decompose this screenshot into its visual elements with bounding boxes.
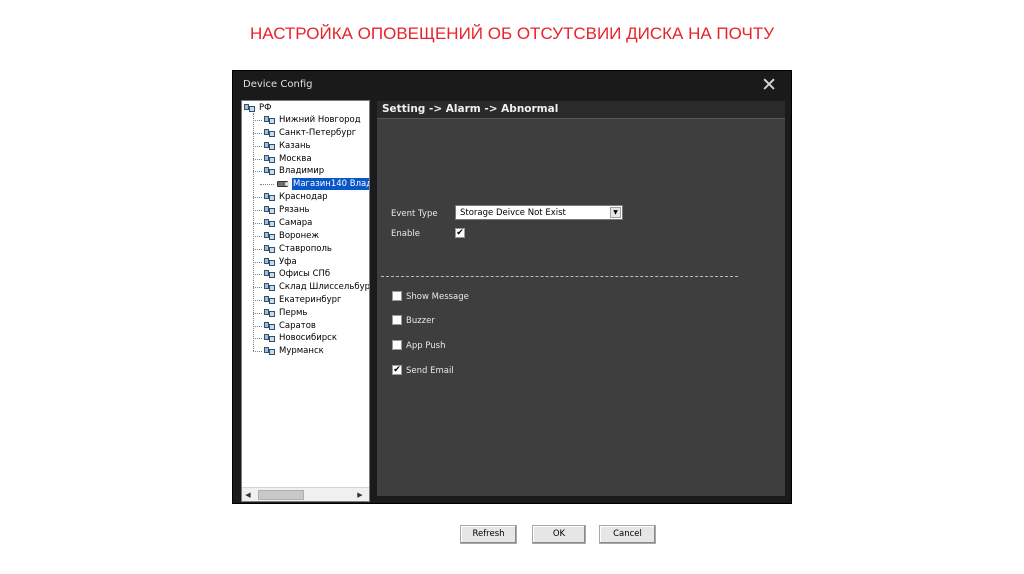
tree-device-item[interactable]: Магазин140 Владимир bbox=[260, 178, 369, 190]
group-icon bbox=[264, 269, 276, 279]
event-type-select[interactable]: Storage Deivce Not Exist ▼ bbox=[455, 205, 623, 220]
group-icon bbox=[264, 205, 276, 215]
tree-item[interactable]: Уфа bbox=[242, 256, 297, 268]
buzzer-checkbox[interactable] bbox=[392, 315, 402, 325]
send-email-label: Send Email bbox=[406, 366, 454, 376]
tree-item-label: Владимир bbox=[279, 166, 325, 176]
group-icon bbox=[264, 141, 276, 151]
scrollbar-thumb[interactable] bbox=[258, 490, 304, 500]
window-titlebar: Device Config ✕ bbox=[233, 71, 791, 99]
device-config-window: Device Config ✕ РФ Нижний Новгород Санкт… bbox=[232, 70, 792, 544]
group-icon bbox=[264, 231, 276, 241]
window-title: Device Config bbox=[243, 79, 313, 90]
tree-item-label: Санкт-Петербург bbox=[279, 128, 357, 138]
send-email-checkbox[interactable]: ✔ bbox=[392, 365, 402, 375]
enable-label: Enable bbox=[391, 229, 420, 239]
tree-item-label: Уфа bbox=[279, 257, 297, 267]
tree-item-label: Воронеж bbox=[279, 231, 320, 241]
tree-item-label: Мурманск bbox=[279, 346, 324, 356]
tree-item-label: Ставрополь bbox=[279, 244, 332, 254]
selected-device-label: Магазин140 Владимир bbox=[292, 178, 369, 190]
device-tree: РФ Нижний Новгород Санкт-Петербург Казан… bbox=[241, 100, 370, 502]
group-icon bbox=[264, 115, 276, 125]
show-message-label: Show Message bbox=[406, 292, 469, 302]
group-icon bbox=[264, 192, 276, 202]
group-icon bbox=[244, 103, 256, 113]
group-icon bbox=[264, 218, 276, 228]
tree-item[interactable]: Саратов bbox=[242, 320, 316, 332]
tree-item[interactable]: Владимир bbox=[242, 165, 324, 177]
tree-item[interactable]: Самара bbox=[242, 217, 312, 229]
tree-horizontal-scrollbar[interactable]: ◀ ▶ bbox=[242, 487, 369, 501]
group-icon bbox=[264, 282, 276, 292]
buzzer-label: Buzzer bbox=[406, 316, 435, 326]
tree-root-label: РФ bbox=[259, 103, 272, 113]
tree-item-label: Самара bbox=[279, 218, 313, 228]
group-icon bbox=[264, 128, 276, 138]
tree-item-label: Рязань bbox=[279, 205, 310, 215]
tree-item[interactable]: Офисы СПб bbox=[242, 268, 330, 280]
tree-item[interactable]: Казань bbox=[242, 140, 311, 152]
tree-item-label: Москва bbox=[279, 154, 312, 164]
group-icon bbox=[264, 333, 276, 343]
tree-item[interactable]: Краснодар bbox=[242, 191, 328, 203]
tree-item-label: Офисы СПб bbox=[279, 269, 331, 279]
tree-item[interactable]: Ставрополь bbox=[242, 243, 332, 255]
breadcrumb-bar: Setting -> Alarm -> Abnormal bbox=[377, 101, 785, 119]
app-push-label: App Push bbox=[406, 341, 446, 351]
tree-item-label: Нижний Новгород bbox=[279, 115, 361, 125]
group-icon bbox=[264, 295, 276, 305]
tree-item-label: Екатеринбург bbox=[279, 295, 342, 305]
tree-item[interactable]: Санкт-Петербург bbox=[242, 127, 356, 139]
tree-root[interactable]: РФ bbox=[244, 102, 271, 114]
group-icon bbox=[264, 166, 276, 176]
tree-item-label: Саратов bbox=[279, 321, 316, 331]
tree-item[interactable]: Рязань bbox=[242, 204, 310, 216]
app-push-checkbox[interactable] bbox=[392, 340, 402, 350]
breadcrumb: Setting -> Alarm -> Abnormal bbox=[382, 103, 559, 115]
ok-button[interactable]: OK bbox=[532, 525, 586, 544]
tree-item[interactable]: Екатеринбург bbox=[242, 294, 342, 306]
group-icon bbox=[264, 257, 276, 267]
event-type-label: Event Type bbox=[391, 209, 438, 219]
tree-item[interactable]: Склад Шлиссельбургск bbox=[242, 281, 370, 293]
scroll-right-icon[interactable]: ▶ bbox=[355, 490, 365, 500]
group-icon bbox=[264, 308, 276, 318]
section-divider bbox=[381, 276, 738, 277]
tree-item-label: Казань bbox=[279, 141, 311, 151]
group-icon bbox=[264, 154, 276, 164]
tree-item[interactable]: Москва bbox=[242, 153, 312, 165]
cancel-button[interactable]: Cancel bbox=[599, 525, 656, 544]
tree-item[interactable]: Новосибирск bbox=[242, 332, 337, 344]
group-icon bbox=[264, 321, 276, 331]
tree-item-label: Пермь bbox=[279, 308, 308, 318]
group-icon bbox=[264, 346, 276, 356]
camera-icon bbox=[276, 180, 290, 188]
tree-item[interactable]: Мурманск bbox=[242, 345, 324, 357]
enable-checkbox[interactable]: ✔ bbox=[455, 228, 465, 238]
tree-item[interactable]: Воронеж bbox=[242, 230, 319, 242]
slide-title: НАСТРОЙКА ОПОВЕЩЕНИЙ ОБ ОТСУТСВИИ ДИСКА … bbox=[249, 24, 775, 43]
refresh-button[interactable]: Refresh bbox=[460, 525, 517, 544]
close-icon[interactable]: ✕ bbox=[761, 74, 777, 96]
tree-item-label: Склад Шлиссельбургск bbox=[279, 282, 370, 292]
show-message-checkbox[interactable] bbox=[392, 291, 402, 301]
tree-item-label: Новосибирск bbox=[279, 333, 337, 343]
group-icon bbox=[264, 244, 276, 254]
chevron-down-icon[interactable]: ▼ bbox=[610, 207, 621, 218]
tree-item[interactable]: Нижний Новгород bbox=[242, 114, 361, 126]
settings-panel: Setting -> Alarm -> Abnormal Event Type … bbox=[376, 100, 786, 544]
event-type-value: Storage Deivce Not Exist bbox=[460, 208, 566, 218]
tree-item[interactable]: Пермь bbox=[242, 307, 307, 319]
tree-item-label: Краснодар bbox=[279, 192, 328, 202]
scroll-left-icon[interactable]: ◀ bbox=[243, 490, 253, 500]
